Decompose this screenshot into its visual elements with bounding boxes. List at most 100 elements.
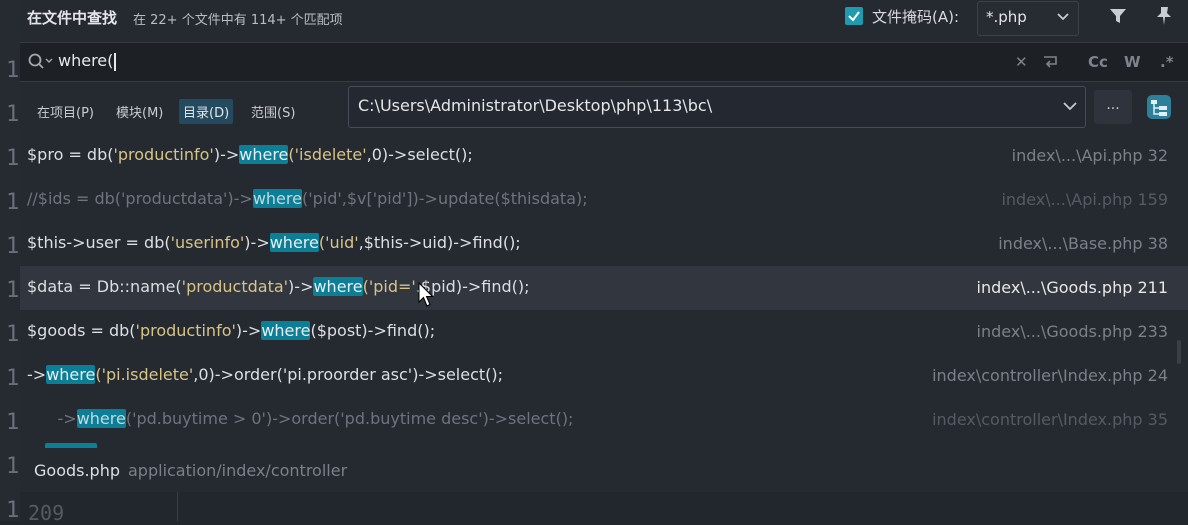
match-highlight: where <box>252 189 302 208</box>
code-fragment: $goods = db( <box>27 321 136 340</box>
results-scrollbar[interactable] <box>1177 340 1181 364</box>
file-mask-value: *.php <box>986 8 1027 26</box>
pin-icon[interactable] <box>1154 5 1174 27</box>
chevron-down-icon[interactable] <box>1063 101 1077 111</box>
match-highlight: where <box>239 145 289 164</box>
code-fragment: )-> <box>235 321 262 340</box>
gutter-line-number: 1 <box>6 410 20 435</box>
panel-title: 在文件中查找 <box>27 9 118 27</box>
code-fragment: $data = Db::name( <box>27 277 182 296</box>
code-fragment: ($post)->find(); <box>310 321 436 340</box>
whole-words-toggle[interactable]: W <box>1124 53 1141 71</box>
search-input[interactable]: where( <box>58 51 117 71</box>
gutter-line-number: 1 <box>6 278 20 303</box>
filter-icon[interactable] <box>1108 6 1128 26</box>
result-code: $pro = db('productinfo')->where('isdelet… <box>27 145 473 164</box>
code-fragment: ('pid',$v['pid'])->update($thisdata); <box>301 189 588 208</box>
result-row[interactable]: $data = Db::name('productdata')->where('… <box>20 266 1188 310</box>
preview-divider <box>177 492 178 521</box>
code-fragment: 'productinfo' <box>113 145 214 164</box>
file-mask-select[interactable]: *.php <box>977 1 1079 36</box>
code-fragment: ('isdelete' <box>288 145 367 164</box>
clear-icon[interactable]: ✕ <box>1015 53 1028 71</box>
code-fragment: //$ids = db('productdata')-> <box>27 189 253 208</box>
regex-toggle[interactable]: .* <box>1160 53 1174 71</box>
directory-path: C:\Users\Administrator\Desktop\php\113\b… <box>358 96 713 115</box>
file-mask-label: 文件掩码(A): <box>872 8 960 26</box>
match-highlight: where <box>261 321 311 340</box>
result-row[interactable]: $pro = db('productinfo')->where('isdelet… <box>20 134 1188 178</box>
scope-module[interactable]: 模块(M) <box>112 99 167 124</box>
match-highlight: where <box>46 365 96 384</box>
match-summary: 在 22+ 个文件中有 114+ 个匹配项 <box>133 13 343 28</box>
gutter-line-number: 1 <box>6 102 20 127</box>
result-code: //$ids = db('productdata')->where('pid',… <box>27 189 588 208</box>
text-caret <box>114 52 117 71</box>
result-file-location: index\...\Api.php 159 <box>1001 190 1168 209</box>
result-file-location: index\controller\Index.php 35 <box>932 410 1168 429</box>
search-query: where( <box>58 51 114 70</box>
result-code: $this->user = db('userinfo')->where('uid… <box>27 233 521 252</box>
result-code: ->where('pi.isdelete',0)->order('pi.proo… <box>27 365 503 384</box>
code-fragment: ('pid=' <box>362 277 416 296</box>
code-fragment: $pro = db( <box>27 145 114 164</box>
code-fragment: )-> <box>244 233 270 252</box>
newline-icon[interactable] <box>1042 53 1060 71</box>
code-fragment: 'userinfo' <box>170 233 245 252</box>
scope-row: 在项目(P) 模块(M) 目录(D) 范围(S) C:\Users\Admini… <box>20 84 1188 134</box>
gutter-line-number: 1 <box>6 322 20 347</box>
search-row: where( ✕ Cc W .* <box>20 42 1188 82</box>
code-fragment: ('uid' <box>318 233 359 252</box>
code-fragment: -> <box>27 409 77 428</box>
file-mask-checkbox[interactable] <box>845 7 863 25</box>
gutter-line-number: 1 <box>6 190 20 215</box>
result-code: $data = Db::name('productdata')->where('… <box>27 277 530 296</box>
code-fragment: ('pd.buytime > 0')->order('pd.buytime de… <box>125 409 574 428</box>
result-row[interactable]: $goods = db('productinfo')->where($post)… <box>20 310 1188 354</box>
directory-structure-icon[interactable] <box>1146 94 1172 120</box>
code-fragment: ,0)->order('pi.proorder asc')->select(); <box>193 365 504 384</box>
scope-project[interactable]: 在项目(P) <box>33 99 98 124</box>
gutter-line-number: 1 <box>6 146 20 171</box>
mouse-cursor-icon <box>418 282 434 307</box>
browse-button[interactable]: ... <box>1094 90 1132 124</box>
match-highlight: where <box>269 233 319 252</box>
directory-combobox[interactable]: C:\Users\Administrator\Desktop\php\113\b… <box>348 86 1086 128</box>
scope-directory[interactable]: 目录(D) <box>179 99 234 124</box>
result-row[interactable]: $this->user = db('userinfo')->where('uid… <box>20 222 1188 266</box>
search-icon[interactable] <box>28 53 54 71</box>
code-fragment: )-> <box>213 145 240 164</box>
result-file-location: index\controller\Index.php 24 <box>932 366 1168 385</box>
code-fragment: 'productinfo' <box>135 321 236 340</box>
result-file-location: index\...\Goods.php 233 <box>976 322 1168 341</box>
gutter-line-number: 1 <box>6 454 20 479</box>
match-highlight: where <box>76 409 126 428</box>
scope-range[interactable]: 范围(S) <box>247 99 299 124</box>
result-row[interactable]: ->where('pd.buytime > 0')->order('pd.buy… <box>20 398 1188 442</box>
code-fragment: ('pi.isdelete' <box>95 365 194 384</box>
code-fragment: )-> <box>288 277 314 296</box>
gutter-line-number: 1 <box>6 234 20 259</box>
result-code: ->where('pd.buytime > 0')->order('pd.buy… <box>27 409 573 428</box>
find-in-files-panel: 在文件中查找 在 22+ 个文件中有 114+ 个匹配项 文件掩码(A): *.… <box>20 0 1188 525</box>
code-fragment: -> <box>27 365 47 384</box>
preview-file-name: Goods.php <box>34 461 121 480</box>
result-file-location: index\...\Api.php 32 <box>1011 146 1168 165</box>
preview-file-path: application/index/controller <box>128 461 348 480</box>
result-file-location: index\...\Goods.php 211 <box>976 278 1168 297</box>
match-case-toggle[interactable]: Cc <box>1088 53 1108 71</box>
code-fragment: $this->user = db( <box>27 233 171 252</box>
result-code: $goods = db('productinfo')->where($post)… <box>27 321 435 340</box>
editor-gutter: 1 1 1 1 1 1 1 1 1 1 1 <box>0 0 20 523</box>
preview-file-bar: Goods.php application/index/controller <box>20 448 1188 492</box>
results-list: $pro = db('productinfo')->where('isdelet… <box>20 134 1188 448</box>
match-highlight: where <box>313 277 363 296</box>
result-file-location: index\...\Base.php 38 <box>998 234 1168 253</box>
code-fragment: ,0)->select(); <box>366 145 473 164</box>
preview-line-number: 209 <box>28 501 65 525</box>
result-row[interactable]: //$ids = db('productdata')->where('pid',… <box>20 178 1188 222</box>
gutter-line-number: 1 <box>6 498 20 523</box>
gutter-line-number: 1 <box>6 366 20 391</box>
gutter-line-number: 1 <box>6 58 20 83</box>
result-row[interactable]: ->where('pi.isdelete',0)->order('pi.proo… <box>20 354 1188 398</box>
